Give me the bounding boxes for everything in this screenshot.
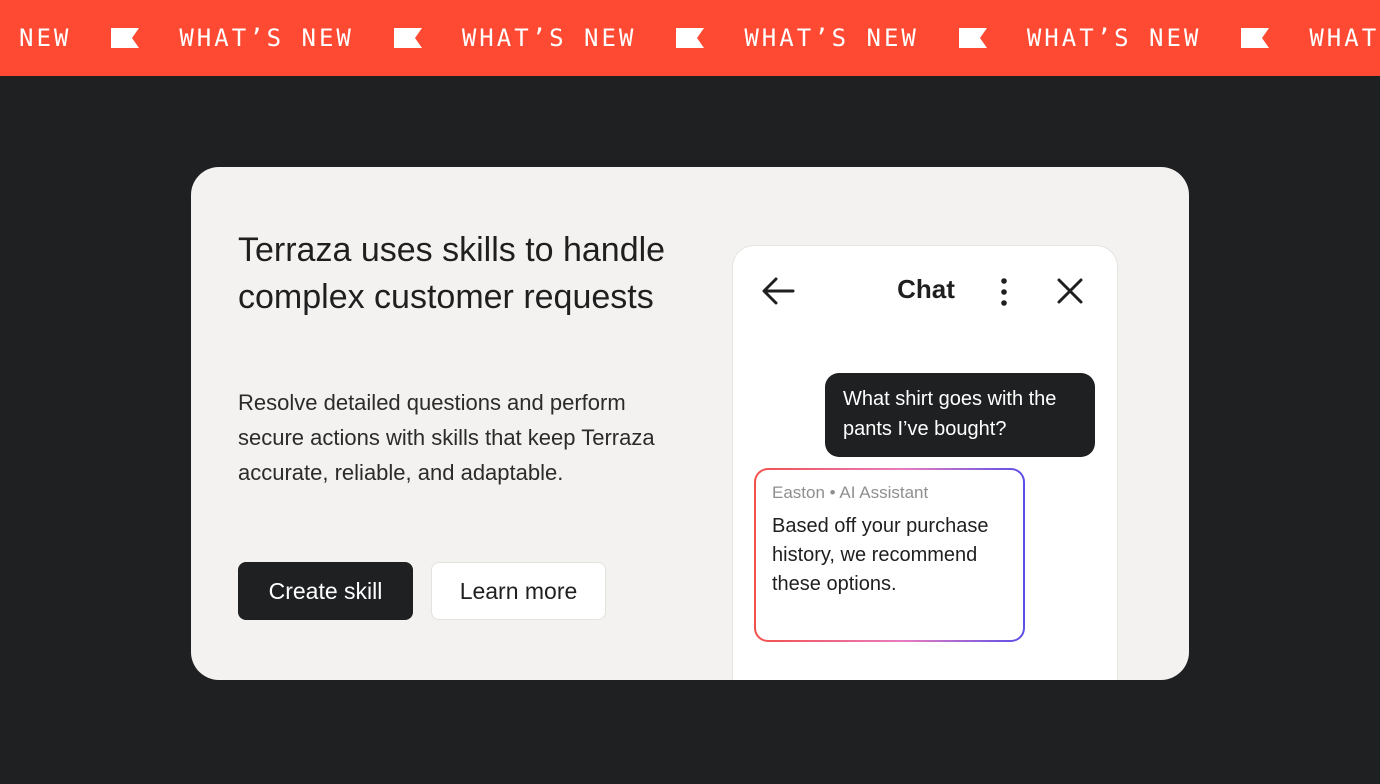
create-skill-button[interactable]: Create skill (238, 562, 413, 620)
flag-icon (958, 28, 987, 48)
banner-text: WHAT’S NEW (179, 24, 354, 52)
banner-text: NEW (19, 24, 72, 52)
card-description: Resolve detailed questions and perform s… (238, 390, 655, 485)
learn-more-button[interactable]: Learn more (431, 562, 606, 620)
assistant-message: Easton • AI Assistant Based off your pur… (754, 468, 1025, 642)
assistant-sender: Easton • AI Assistant (772, 483, 929, 502)
more-vertical-icon[interactable] (997, 276, 1011, 308)
flag-icon (393, 28, 422, 48)
card-title: Terraza uses skills to handle complex cu… (238, 231, 666, 316)
assistant-bubble: Easton • AI Assistant Based off your pur… (756, 470, 1023, 640)
close-icon[interactable] (1055, 276, 1085, 306)
feature-card: Terraza uses skills to handle complex cu… (191, 167, 1189, 680)
banner-text: WHAT (1309, 24, 1380, 52)
flag-icon (111, 28, 140, 48)
banner-track: NEW WHAT’S NEW WHAT’S NEW WHAT’S NEW WHA… (19, 0, 1379, 76)
user-message: What shirt goes with the pants I’ve boug… (825, 373, 1095, 457)
banner-text: WHAT’S NEW (1026, 24, 1202, 52)
flag-icon (676, 28, 705, 48)
flag-icon (1241, 28, 1270, 48)
banner-text: WHAT’S NEW (461, 24, 637, 52)
assistant-text: Based off your purchase history, we reco… (772, 515, 989, 595)
chat-header: Chat (733, 246, 1117, 336)
chat-window: Chat What shirt goes with the pants I’ve… (732, 245, 1118, 680)
whats-new-banner: NEW WHAT’S NEW WHAT’S NEW WHAT’S NEW WHA… (0, 0, 1380, 76)
banner-text: WHAT’S NEW (744, 24, 919, 52)
